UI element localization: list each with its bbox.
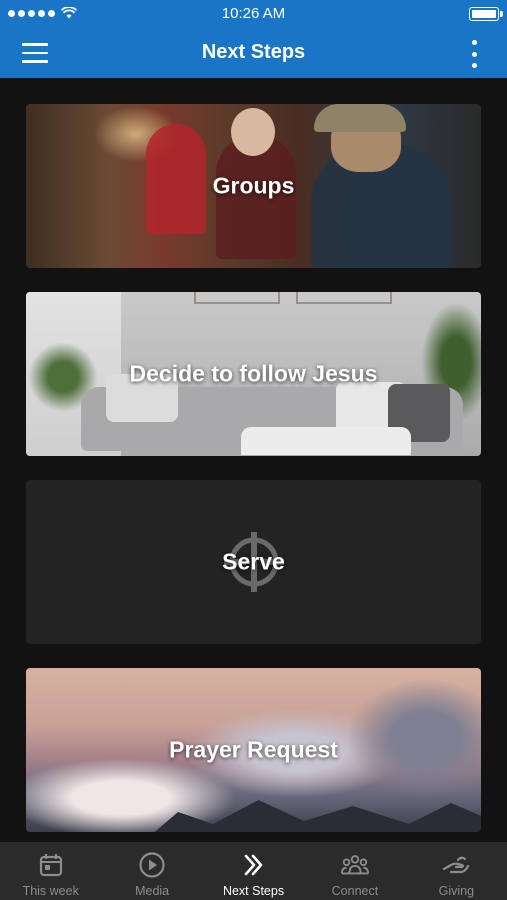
status-time: 10:26 AM [221, 5, 286, 22]
card-image-decoration [241, 427, 411, 455]
card-title: Groups [212, 172, 295, 199]
app-bar: Next Steps [0, 28, 507, 78]
nav-label: Media [135, 884, 170, 898]
nav-label: Next Steps [222, 884, 285, 898]
nav-tab-this-week[interactable]: This week [0, 842, 101, 900]
nav-tab-media[interactable]: Media [101, 842, 202, 900]
card-image-decoration [296, 292, 392, 304]
card-groups[interactable]: Groups [26, 104, 481, 268]
people-icon [340, 850, 370, 880]
card-serve[interactable]: Serve [26, 480, 481, 644]
card-image-decoration [194, 292, 280, 304]
card-title: Prayer Request [169, 736, 338, 763]
card-prayer-request[interactable]: Prayer Request [26, 668, 481, 832]
card-decide-to-follow-jesus[interactable]: Decide to follow Jesus [26, 292, 481, 456]
double-chevron-right-icon [239, 850, 269, 880]
card-title: Decide to follow Jesus [129, 360, 378, 387]
nav-label: This week [22, 884, 79, 898]
calendar-icon [36, 850, 66, 880]
nav-tab-giving[interactable]: Giving [406, 842, 507, 900]
page-title: Next Steps [201, 41, 306, 63]
nav-tab-connect[interactable]: Connect [304, 842, 405, 900]
battery-icon [469, 7, 503, 21]
next-steps-list: Groups Decide to follow Jesus Serve Pray… [0, 78, 507, 842]
card-image-decoration [314, 104, 406, 132]
bottom-nav: This week Media Next Steps Connect Givin… [0, 842, 507, 900]
card-image-decoration [231, 108, 275, 156]
status-bar: 10:26 AM [0, 0, 507, 28]
nav-tab-next-steps[interactable]: Next Steps [203, 842, 304, 900]
giving-hand-icon [441, 850, 471, 880]
more-options-icon[interactable] [469, 40, 479, 68]
nav-label: Connect [331, 884, 379, 898]
nav-label: Giving [438, 884, 475, 898]
card-title: Serve [222, 548, 285, 575]
play-circle-icon [137, 850, 167, 880]
